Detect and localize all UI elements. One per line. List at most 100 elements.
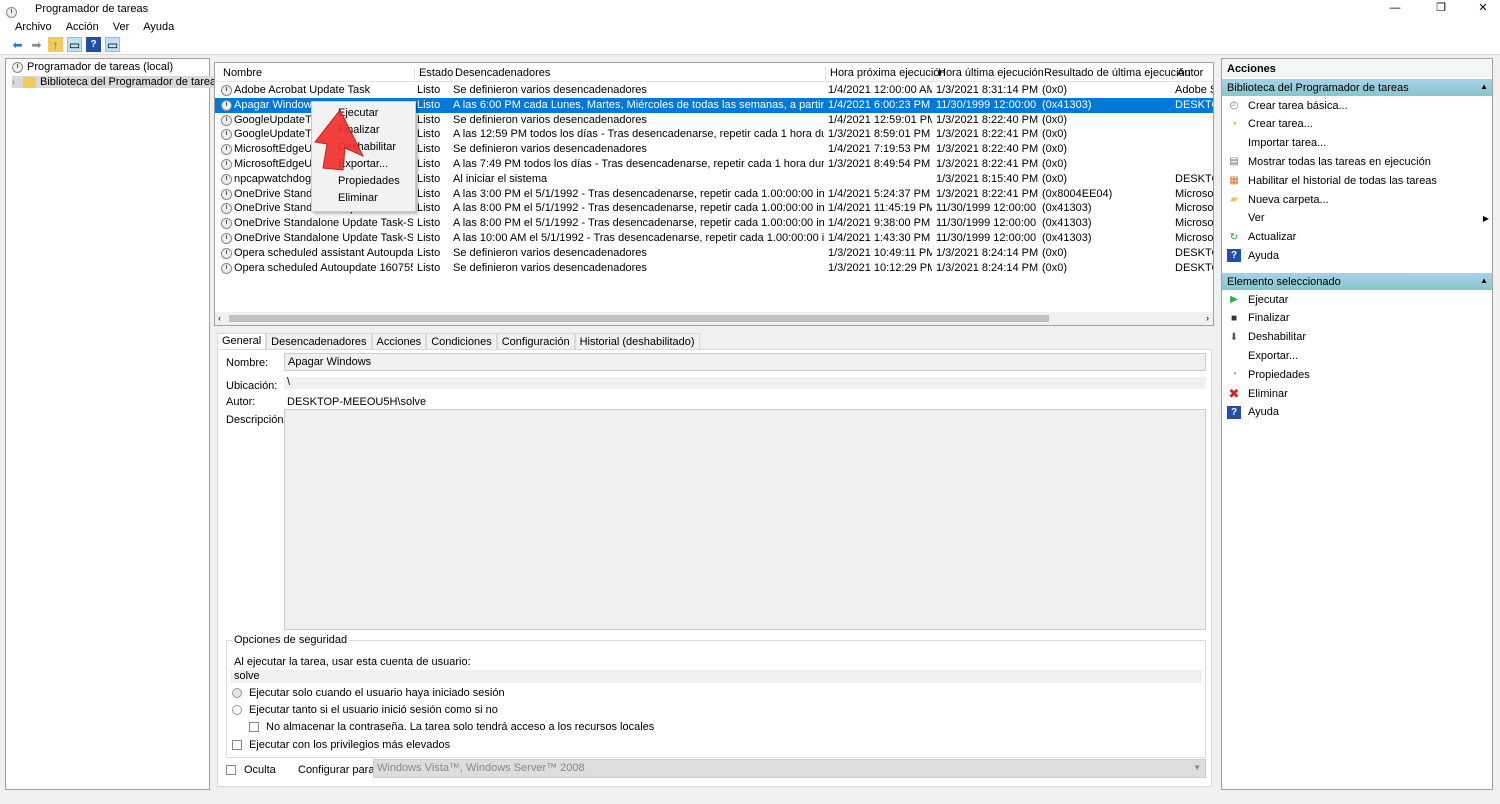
- column-header[interactable]: Hora próxima ejecución: [826, 67, 946, 82]
- action-item[interactable]: ◔ Crear tarea...: [1227, 118, 1489, 131]
- table-cell: (0x41303): [1042, 202, 1092, 215]
- action-item[interactable]: ✖ Eliminar: [1227, 386, 1489, 401]
- table-cell: 1/3/2021 8:24:14 PM: [936, 261, 1038, 274]
- scrollbar-thumb[interactable]: [229, 315, 1049, 322]
- tab-acciones[interactable]: Acciones: [371, 333, 427, 350]
- table-cell: Listo: [417, 217, 441, 230]
- tab-general[interactable]: General: [217, 333, 267, 350]
- collapse-icon[interactable]: ▲: [1480, 82, 1488, 91]
- tree-root[interactable]: Programador de tareas (local): [12, 61, 173, 73]
- ctx-eliminar[interactable]: Eliminar: [338, 192, 378, 204]
- menu-archivo[interactable]: Archivo: [15, 21, 52, 33]
- task-scheduler-icon: [6, 6, 17, 18]
- blank-icon: [1227, 349, 1241, 362]
- table-cell: 1/3/2021 10:12:29 PM: [828, 261, 932, 274]
- action-item[interactable]: ▤ Mostrar todas las tareas en ejecución: [1227, 155, 1489, 168]
- column-header[interactable]: Estado: [415, 67, 453, 82]
- action-item[interactable]: Ver ▶: [1227, 212, 1489, 225]
- column-header[interactable]: Hora última ejecución: [934, 67, 1044, 82]
- highest-privileges-checkbox[interactable]: [232, 740, 242, 750]
- table-row[interactable]: Opera scheduled assistant Autoupdate 16.…: [215, 246, 1213, 261]
- table-row[interactable]: Adobe Acrobat Update Task Listo Se definie…: [215, 83, 1213, 98]
- hidden-label: Oculta: [244, 764, 276, 776]
- scroll-left-icon[interactable]: ‹: [218, 313, 221, 323]
- table-cell: Se definieron varios desencadenadores: [453, 84, 647, 96]
- forward-icon[interactable]: ➡: [29, 37, 44, 52]
- new-folder-icon: ▰: [1230, 194, 1238, 205]
- action-item[interactable]: ◔ Propiedades: [1227, 368, 1489, 381]
- column-header[interactable]: Nombre: [219, 67, 415, 82]
- show-hide-console-tree-icon[interactable]: ▭: [67, 37, 82, 52]
- column-header[interactable]: Resultado de última ejecución: [1040, 67, 1191, 82]
- horizontal-scrollbar[interactable]: ‹ ›: [215, 312, 1213, 325]
- menu-accion[interactable]: Acción: [66, 21, 99, 33]
- table-cell: Listo: [417, 261, 441, 274]
- action-item[interactable]: Importar tarea...: [1227, 137, 1489, 150]
- up-folder-icon[interactable]: ↑: [48, 37, 63, 52]
- collapse-icon[interactable]: ▲: [1480, 276, 1488, 285]
- table-cell: (0x0): [1042, 158, 1068, 170]
- table-cell: DESKTOP: [1175, 98, 1213, 111]
- column-header[interactable]: Autor: [1173, 67, 1213, 82]
- tab-historial[interactable]: Historial (deshabilitado): [574, 333, 700, 350]
- radio-logged-on[interactable]: [232, 688, 242, 698]
- close-button[interactable]: ✕: [1460, 0, 1500, 18]
- description-field[interactable]: [284, 409, 1206, 630]
- section-library[interactable]: Biblioteca del Programador de tareas ▲: [1222, 79, 1492, 96]
- back-icon[interactable]: ⬅: [10, 37, 25, 52]
- table-cell: 1/3/2021 8:59:01 PM: [828, 128, 931, 141]
- security-title: Opciones de seguridad: [232, 634, 350, 646]
- table-cell: 1/3/2021 8:22:41 PM: [936, 128, 1038, 141]
- chevron-right-icon[interactable]: ›: [12, 77, 15, 87]
- table-cell: (0x0): [1042, 261, 1068, 274]
- action-item[interactable]: ▦ Habilitar el historial de todas las tar…: [1227, 174, 1489, 187]
- table-cell: 1/4/2021 12:00:00 AM: [828, 84, 932, 96]
- table-row[interactable]: OneDrive Standalone Update Task-S-1-5-..…: [215, 216, 1213, 231]
- radio-logged-on-label: Ejecutar solo cuando el usuario haya ini…: [249, 687, 505, 699]
- help-icon[interactable]: ?: [86, 37, 101, 52]
- hidden-checkbox[interactable]: [226, 765, 236, 775]
- menu-ver[interactable]: Ver: [113, 21, 130, 33]
- scroll-right-icon[interactable]: ›: [1206, 313, 1209, 323]
- tab-configuracion[interactable]: Configuración: [496, 333, 575, 350]
- table-cell: (0x41303): [1042, 217, 1092, 230]
- tree-item-library[interactable]: › Biblioteca del Programador de tareas: [12, 76, 225, 88]
- toolbar: ⬅ ➡ ↑ ▭ ? ▭: [0, 35, 1500, 55]
- tab-desencadenadores[interactable]: Desencadenadores: [266, 333, 372, 350]
- show-hide-action-pane-icon[interactable]: ▭: [105, 37, 120, 52]
- no-store-password-checkbox[interactable]: [249, 722, 259, 732]
- tree-library-label: Biblioteca del Programador de tareas: [40, 76, 222, 88]
- table-row[interactable]: OneDrive Standalone Update Task-S-1-5-..…: [215, 231, 1213, 246]
- table-cell: Listo: [417, 84, 441, 96]
- table-row[interactable]: Opera scheduled Autoupdate 1607550537 Lis…: [215, 261, 1213, 276]
- restore-button[interactable]: ❐: [1418, 0, 1464, 18]
- action-item[interactable]: ▶ Ejecutar: [1227, 293, 1489, 306]
- configure-select[interactable]: Windows Vista™, Windows Server™ 2008 ▼: [373, 759, 1206, 778]
- action-item[interactable]: ⬇ Deshabilitar: [1227, 331, 1489, 344]
- action-item[interactable]: ■ Finalizar: [1227, 312, 1489, 325]
- table-cell: (0x0): [1042, 128, 1068, 141]
- action-item[interactable]: ▰ Nueva carpeta...: [1227, 193, 1489, 206]
- table-cell: Adobe Sy: [1175, 84, 1213, 96]
- task-clock-icon: [221, 262, 232, 274]
- configure-value: Windows Vista™, Windows Server™ 2008: [377, 762, 585, 774]
- section-selected[interactable]: Elemento seleccionado ▲: [1222, 273, 1492, 290]
- action-label: Actualizar: [1248, 231, 1297, 244]
- table-cell: OneDrive Standalone Update Task-S-1-5-..…: [234, 217, 413, 230]
- tab-condiciones[interactable]: Condiciones: [426, 333, 497, 350]
- action-item[interactable]: ◴ Crear tarea básica...: [1227, 99, 1489, 112]
- help-icon: ?: [1227, 249, 1241, 263]
- table-cell: (0x8004EE04): [1042, 187, 1113, 200]
- author-value: DESKTOP-MEEOU5H\solve: [287, 396, 427, 408]
- minimize-button[interactable]: —: [1372, 0, 1418, 18]
- name-field[interactable]: Apagar Windows: [284, 353, 1206, 371]
- menu-ayuda[interactable]: Ayuda: [143, 21, 174, 33]
- column-header[interactable]: Desencadenadores: [451, 67, 826, 82]
- action-item[interactable]: Exportar...: [1227, 349, 1489, 362]
- table-cell: 1/3/2021 8:22:41 PM: [936, 158, 1038, 170]
- radio-logged-or-not[interactable]: [232, 705, 242, 715]
- action-item[interactable]: ? Ayuda: [1227, 405, 1489, 419]
- action-item[interactable]: ? Ayuda: [1227, 249, 1489, 263]
- action-item[interactable]: ↻ Actualizar: [1227, 231, 1489, 244]
- table-cell: Listo: [417, 113, 441, 126]
